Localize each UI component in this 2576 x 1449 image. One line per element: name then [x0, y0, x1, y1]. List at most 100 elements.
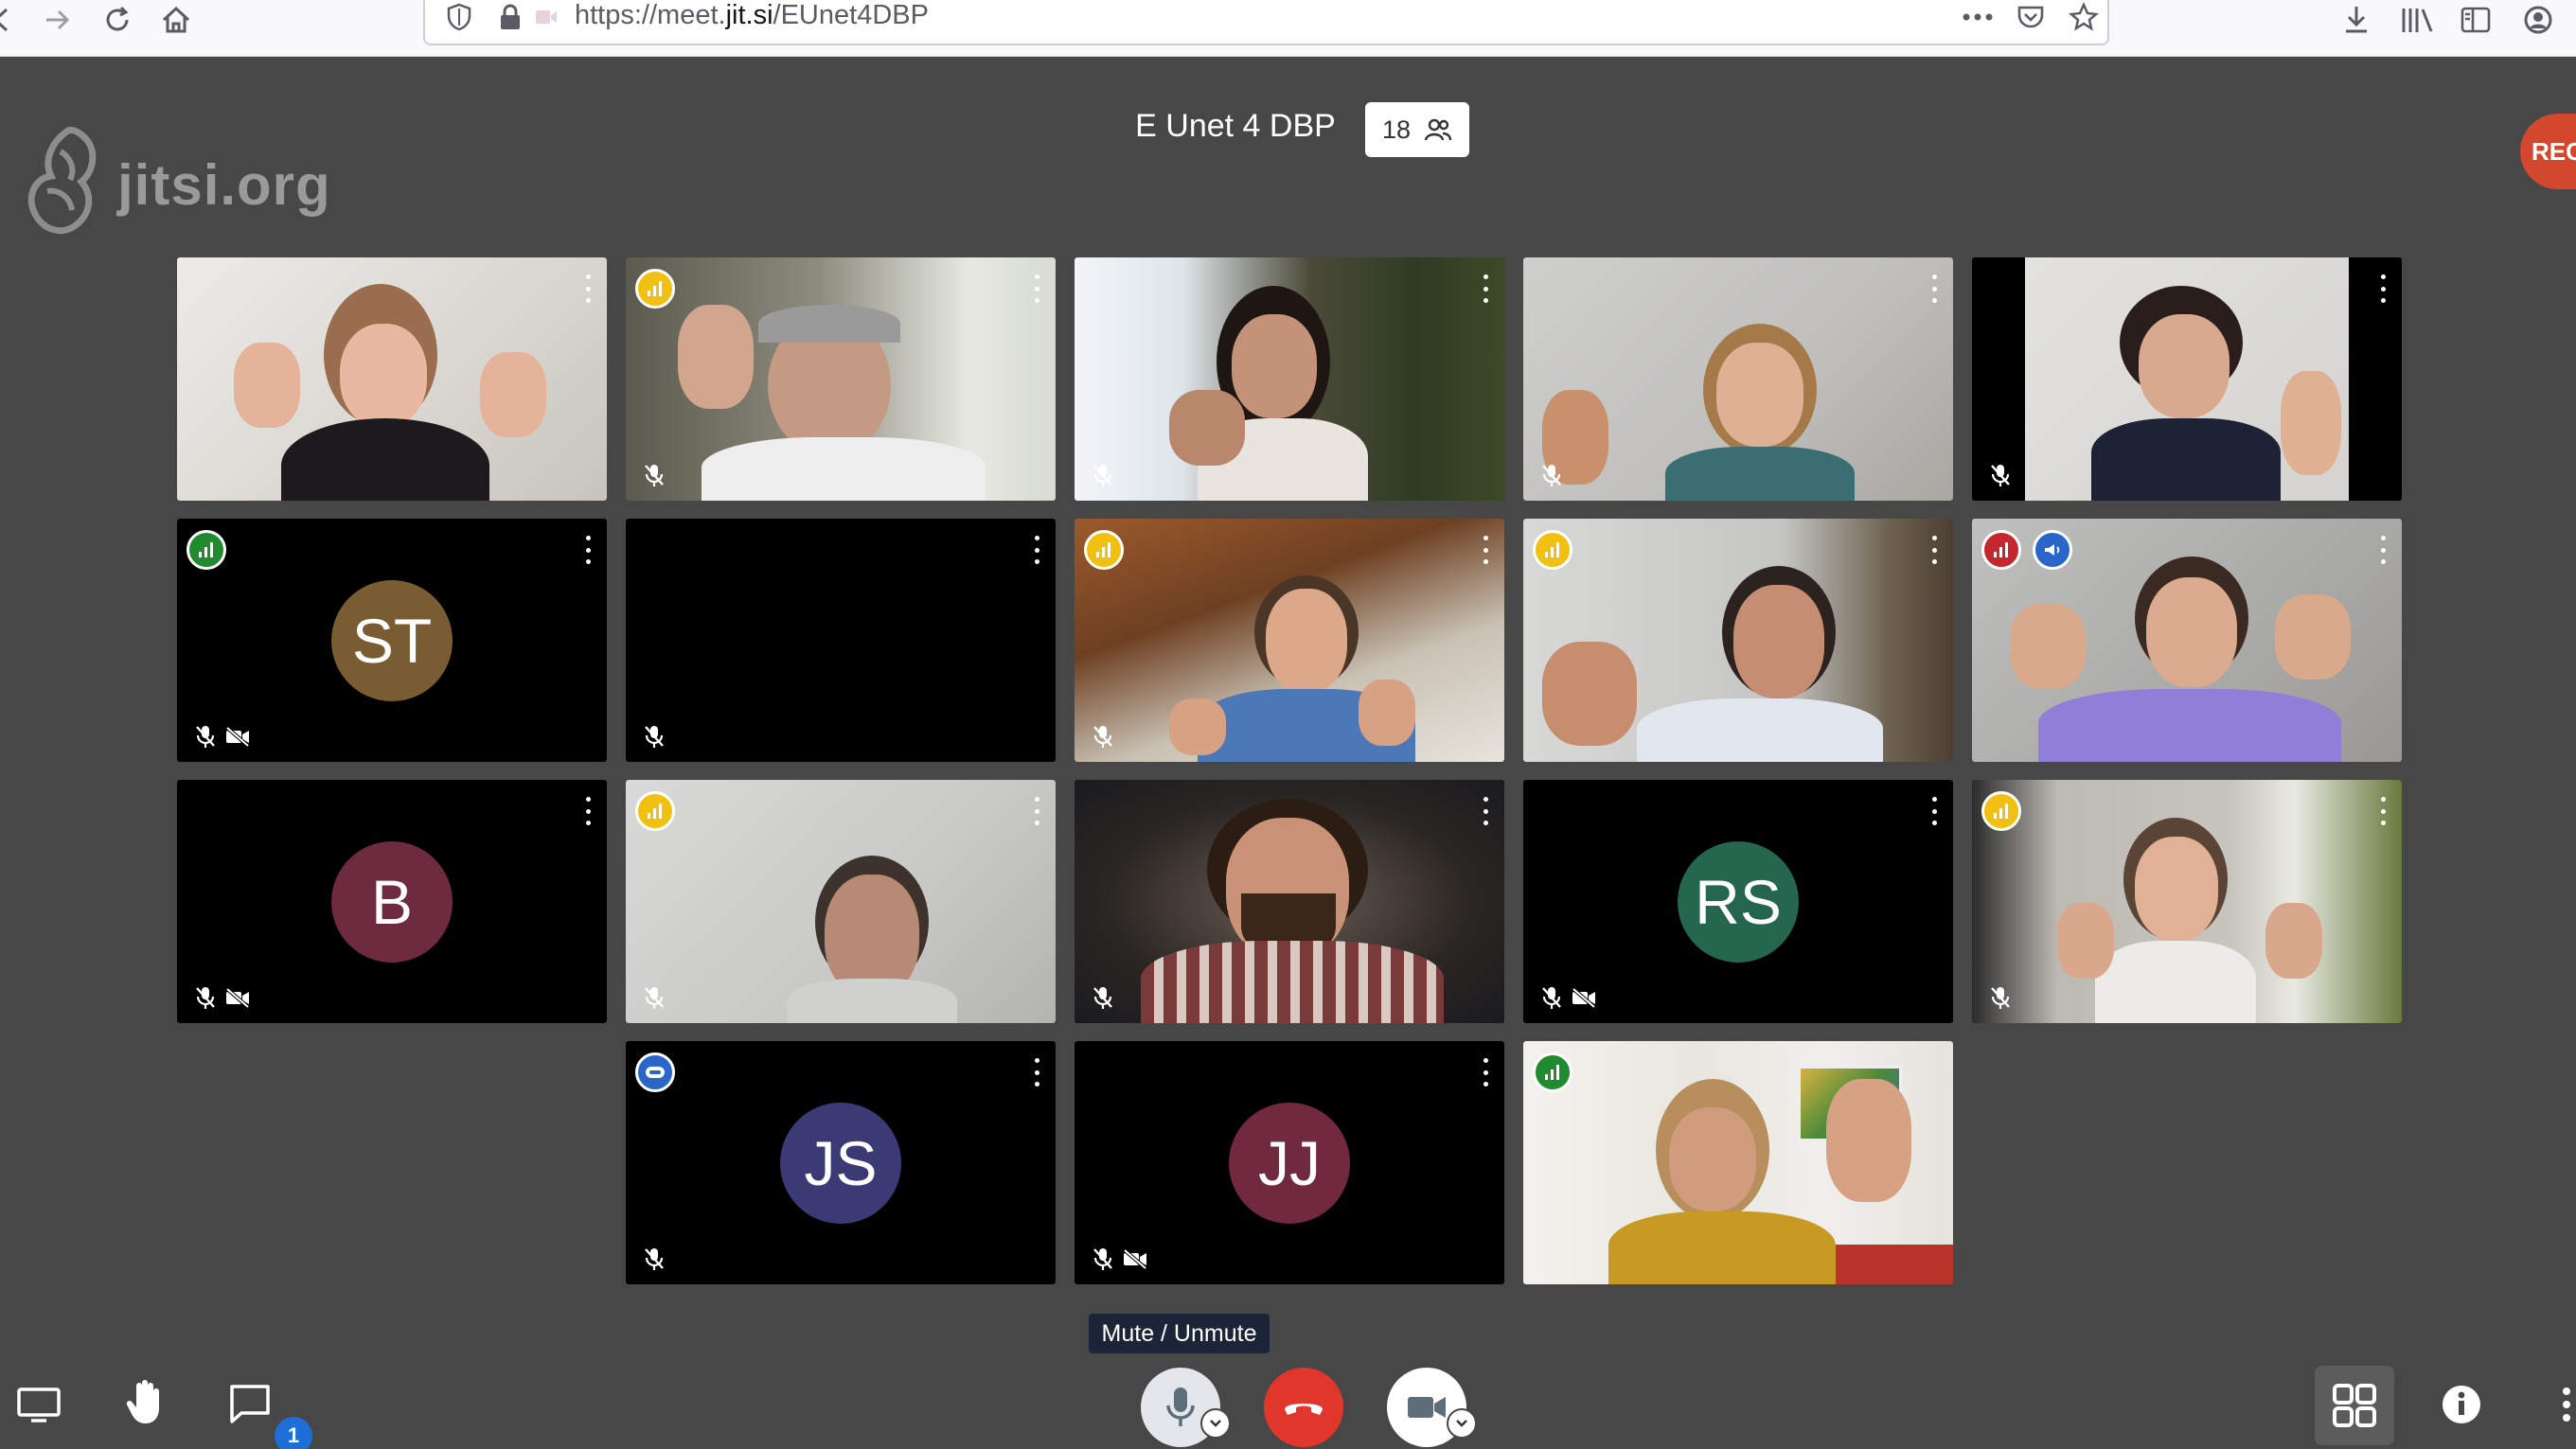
- connection-indicator-icon[interactable]: [1533, 1052, 1572, 1092]
- raise-hand-button[interactable]: [121, 1378, 169, 1427]
- tile-menu-icon[interactable]: [1928, 536, 1940, 564]
- connection-indicator-icon[interactable]: [635, 269, 675, 309]
- audio-settings-button[interactable]: [1200, 1408, 1231, 1439]
- participant-tile[interactable]: [626, 519, 1056, 762]
- tile-menu-icon[interactable]: [1031, 1058, 1042, 1087]
- video-feed: [177, 257, 607, 501]
- hangup-button[interactable]: [1264, 1368, 1343, 1447]
- account-icon[interactable]: [2514, 0, 2562, 40]
- tile-menu-icon[interactable]: [1480, 1058, 1491, 1087]
- sidebar-icon[interactable]: [2452, 0, 2499, 40]
- tile-menu-icon[interactable]: [2377, 274, 2389, 303]
- video-settings-button[interactable]: [1447, 1408, 1477, 1439]
- info-button[interactable]: [2441, 1384, 2482, 1425]
- tile-menu-icon[interactable]: [1031, 274, 1042, 303]
- participant-tile-dominant-speaker[interactable]: [1972, 519, 2402, 762]
- participant-tile[interactable]: [177, 257, 607, 501]
- participant-tile[interactable]: [1075, 780, 1504, 1023]
- participant-tile[interactable]: B: [177, 780, 607, 1023]
- camera-off-icon: [1572, 987, 1596, 1008]
- connection-indicator-icon[interactable]: [635, 791, 675, 831]
- connection-indicator-icon[interactable]: [1533, 530, 1572, 570]
- tile-view-button[interactable]: [2315, 1366, 2394, 1445]
- participants-button[interactable]: 18: [1365, 102, 1469, 157]
- tile-menu-icon[interactable]: [1928, 797, 1940, 825]
- participant-tile[interactable]: [1972, 257, 2402, 501]
- tile-menu-icon[interactable]: [1928, 274, 1940, 303]
- tile-status: [1092, 985, 1114, 1010]
- browser-toolbar: https://meet.jit.si/EUnet4DBP: [0, 0, 2576, 57]
- participant-tile[interactable]: [626, 257, 1056, 501]
- avatar: ST: [331, 579, 453, 701]
- camera-permission-icon[interactable]: [527, 0, 565, 36]
- connection-indicator-icon[interactable]: [1981, 791, 2021, 831]
- tile-menu-icon[interactable]: [582, 274, 594, 303]
- participant-tile[interactable]: [626, 780, 1056, 1023]
- video-feed: [1523, 519, 1953, 762]
- mic-muted-icon: [645, 726, 664, 748]
- tile-menu-icon[interactable]: [1480, 274, 1491, 303]
- tile-menu-icon[interactable]: [1480, 536, 1491, 564]
- tile-status: [194, 985, 251, 1010]
- tile-menu-icon[interactable]: [582, 797, 594, 825]
- tile-menu-icon[interactable]: [582, 536, 594, 564]
- downloads-icon[interactable]: [2333, 0, 2380, 40]
- logo-text: jitsi.org: [117, 152, 331, 217]
- url-prefix: https://meet.: [575, 0, 726, 30]
- back-icon[interactable]: [0, 0, 25, 40]
- video-feed: [1075, 257, 1504, 501]
- tile-status: [1989, 985, 2012, 1010]
- participant-tile[interactable]: RS: [1523, 780, 1953, 1023]
- more-actions-icon[interactable]: [1959, 0, 1997, 36]
- home-icon[interactable]: [151, 0, 201, 40]
- tile-status: [1092, 463, 1114, 487]
- jitsi-logo[interactable]: jitsi.org: [23, 123, 331, 246]
- chevron-down-icon: [1210, 1420, 1221, 1427]
- participant-tile[interactable]: [1523, 257, 1953, 501]
- url-text[interactable]: https://meet.jit.si/EUnet4DBP: [575, 0, 929, 31]
- video-feed: [1523, 257, 1953, 501]
- tile-menu-icon[interactable]: [2377, 797, 2389, 825]
- avatar: JJ: [1229, 1102, 1350, 1224]
- tile-status: [643, 724, 666, 749]
- tile-status: [1092, 724, 1114, 749]
- tile-menu-icon[interactable]: [1031, 536, 1042, 564]
- tile-status: [194, 724, 251, 749]
- screen-share-button[interactable]: [15, 1384, 62, 1425]
- jitsi-logo-icon: [27, 127, 97, 235]
- participant-tile[interactable]: [1523, 1041, 1953, 1284]
- mic-muted-icon: [1093, 465, 1112, 486]
- connection-indicator-icon[interactable]: [187, 530, 226, 570]
- mic-muted-icon: [1542, 465, 1561, 486]
- url-bar[interactable]: https://meet.jit.si/EUnet4DBP: [423, 0, 2109, 45]
- participant-tile[interactable]: JJ: [1075, 1041, 1504, 1284]
- connection-indicator-icon[interactable]: [635, 1052, 675, 1092]
- participant-tile[interactable]: [1523, 519, 1953, 762]
- participant-tile[interactable]: ST: [177, 519, 607, 762]
- shield-icon[interactable]: [440, 0, 478, 36]
- pocket-icon[interactable]: [2012, 0, 2050, 36]
- lock-icon[interactable]: [491, 0, 529, 36]
- camera-off-icon: [225, 726, 250, 747]
- library-icon[interactable]: [2393, 0, 2441, 40]
- participant-tile[interactable]: [1972, 780, 2402, 1023]
- tile-menu-icon[interactable]: [1031, 797, 1042, 825]
- connection-indicator-icon[interactable]: [1981, 530, 2021, 570]
- meeting-title: E Unet 4 DBP: [1135, 108, 1336, 144]
- forward-icon[interactable]: [32, 0, 81, 40]
- dominant-speaker-icon: [2033, 530, 2072, 570]
- mic-muted-icon: [1093, 726, 1112, 748]
- chat-button[interactable]: [227, 1382, 273, 1425]
- bookmark-star-icon[interactable]: [2065, 0, 2103, 36]
- tile-menu-icon[interactable]: [1480, 797, 1491, 825]
- avatar: B: [331, 840, 453, 963]
- participant-tile[interactable]: [1075, 257, 1504, 501]
- connection-indicator-icon[interactable]: [1084, 530, 1124, 570]
- participant-tile[interactable]: [1075, 519, 1504, 762]
- participant-tile[interactable]: JS: [626, 1041, 1056, 1284]
- tile-menu-icon[interactable]: [2377, 536, 2389, 564]
- reload-icon[interactable]: [93, 0, 142, 40]
- tile-status: [1092, 1246, 1148, 1271]
- more-options-button[interactable]: [2556, 1384, 2576, 1425]
- url-path: /EUnet4DBP: [773, 0, 929, 30]
